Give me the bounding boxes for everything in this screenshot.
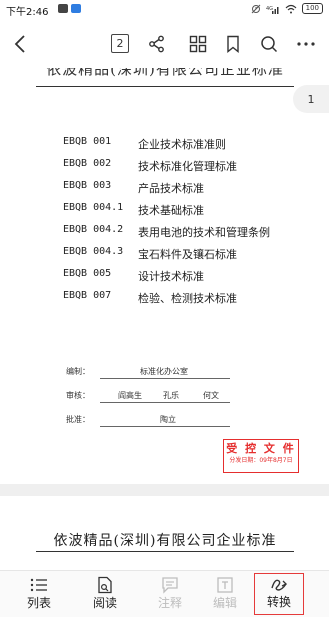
compiled-value: 标准化办公室: [140, 367, 188, 376]
read-button-label: 阅读: [92, 596, 117, 610]
standard-name: 企业技术标准准则: [138, 138, 226, 151]
signature-line: [100, 402, 230, 403]
next-page-title: 依波精品(深圳)有限公司企业标准: [53, 533, 277, 549]
standard-code: EBQB 004.2: [63, 224, 124, 235]
standard-name: 检验、检测技术标准: [138, 292, 237, 305]
edit-icon: [217, 577, 233, 593]
standard-name: 表用电池的技术和管理条例: [138, 226, 270, 239]
search-button[interactable]: [257, 32, 281, 56]
stamp-title: 受 控 文 件: [226, 442, 296, 455]
page-count-button[interactable]: 2: [111, 34, 129, 53]
list-icon: [30, 578, 47, 592]
next-page-underline: [36, 551, 294, 552]
convert-icon: [271, 579, 288, 591]
list-item: EBQB 004.2 表用电池的技术和管理条例: [63, 224, 303, 242]
list-item: EBQB 004.1 技术基础标准: [63, 202, 303, 220]
top-toolbar: 2: [0, 24, 329, 66]
alarm-icon: [251, 4, 260, 13]
controlled-document-stamp: 受 控 文 件 分发日期：09年8月7日: [223, 439, 299, 473]
header-underline: [36, 86, 294, 87]
bookmark-icon: [227, 35, 239, 53]
app-notification-icon: [71, 4, 81, 13]
bookmark-button[interactable]: [221, 32, 245, 56]
standard-name: 技术标准化管理标准: [138, 160, 237, 173]
standard-code: EBQB 002: [63, 158, 112, 169]
read-icon: [98, 576, 112, 594]
comment-button-label: 注释: [157, 596, 182, 610]
edit-button-label: 编辑: [212, 596, 237, 610]
back-button[interactable]: [8, 32, 32, 56]
comment-icon: [162, 577, 178, 594]
standard-name: 技术基础标准: [138, 204, 204, 217]
standard-code: EBQB 005: [63, 268, 112, 279]
approved-label: 批准：: [66, 415, 90, 424]
document-view[interactable]: 依波精品(深圳)有限公司企业标准 1 EBQB 001 企业技术标准准则 EBQ…: [0, 68, 329, 570]
compiled-label: 编制：: [66, 367, 90, 376]
standard-name: 产品技术标准: [138, 182, 204, 195]
reviewer-name: 孔乐: [163, 391, 179, 400]
standard-code: EBQB 007: [63, 290, 112, 301]
stamp-date: 分发日期：09年8月7日: [229, 457, 293, 464]
status-bar: 下午2:46 4G 100: [0, 0, 329, 18]
list-item: EBQB 001 企业技术标准准则: [63, 136, 303, 154]
standard-code: EBQB 004.3: [63, 246, 124, 257]
standard-code: EBQB 003: [63, 180, 112, 191]
wifi-icon: [285, 4, 297, 13]
page-separator: [0, 484, 329, 496]
reviewer-name: 阎高生: [118, 391, 142, 400]
standard-name: 宝石料件及镶石标准: [138, 248, 237, 261]
chevron-left-icon: [14, 35, 25, 53]
status-time: 下午2:46: [6, 7, 49, 18]
read-button[interactable]: 阅读: [80, 575, 130, 615]
page-header-text: 依波精品(深圳)有限公司企业标准: [46, 68, 284, 78]
standard-code: EBQB 004.1: [63, 202, 124, 213]
more-button[interactable]: [294, 32, 318, 56]
grid-view-button[interactable]: [186, 32, 210, 56]
share-icon: [149, 35, 164, 53]
share-button[interactable]: [145, 32, 169, 56]
signature-line: [100, 426, 230, 427]
edit-button[interactable]: 编辑: [200, 575, 250, 615]
bottom-toolbar: 列表 阅读 注释 编辑 转换: [0, 570, 329, 617]
grid-icon: [189, 35, 207, 53]
standard-name: 设计技术标准: [138, 270, 204, 283]
list-button[interactable]: 列表: [14, 575, 64, 615]
list-item: EBQB 005 设计技术标准: [63, 268, 303, 286]
page-indicator[interactable]: 1: [293, 85, 329, 113]
reviewed-label: 审核：: [66, 391, 90, 400]
signature-line: [100, 378, 230, 379]
list-item: EBQB 002 技术标准化管理标准: [63, 158, 303, 176]
more-icon: [297, 42, 315, 46]
list-button-label: 列表: [26, 596, 51, 610]
search-icon: [261, 36, 278, 53]
message-notification-icon: [58, 4, 68, 13]
standard-code: EBQB 001: [63, 136, 112, 147]
reviewer-name: 何文: [203, 391, 219, 400]
approver-name: 陶立: [160, 415, 176, 424]
signal-icon: 4G: [266, 6, 279, 14]
battery-indicator: 100: [301, 3, 323, 14]
convert-button[interactable]: 转换: [254, 573, 304, 615]
status-right: 4G 100: [251, 3, 323, 14]
convert-button-label: 转换: [266, 595, 291, 609]
list-item: EBQB 004.3 宝石料件及镶石标准: [63, 246, 303, 264]
comment-button[interactable]: 注释: [145, 575, 195, 615]
list-item: EBQB 003 产品技术标准: [63, 180, 303, 198]
list-item: EBQB 007 检验、检测技术标准: [63, 290, 303, 308]
